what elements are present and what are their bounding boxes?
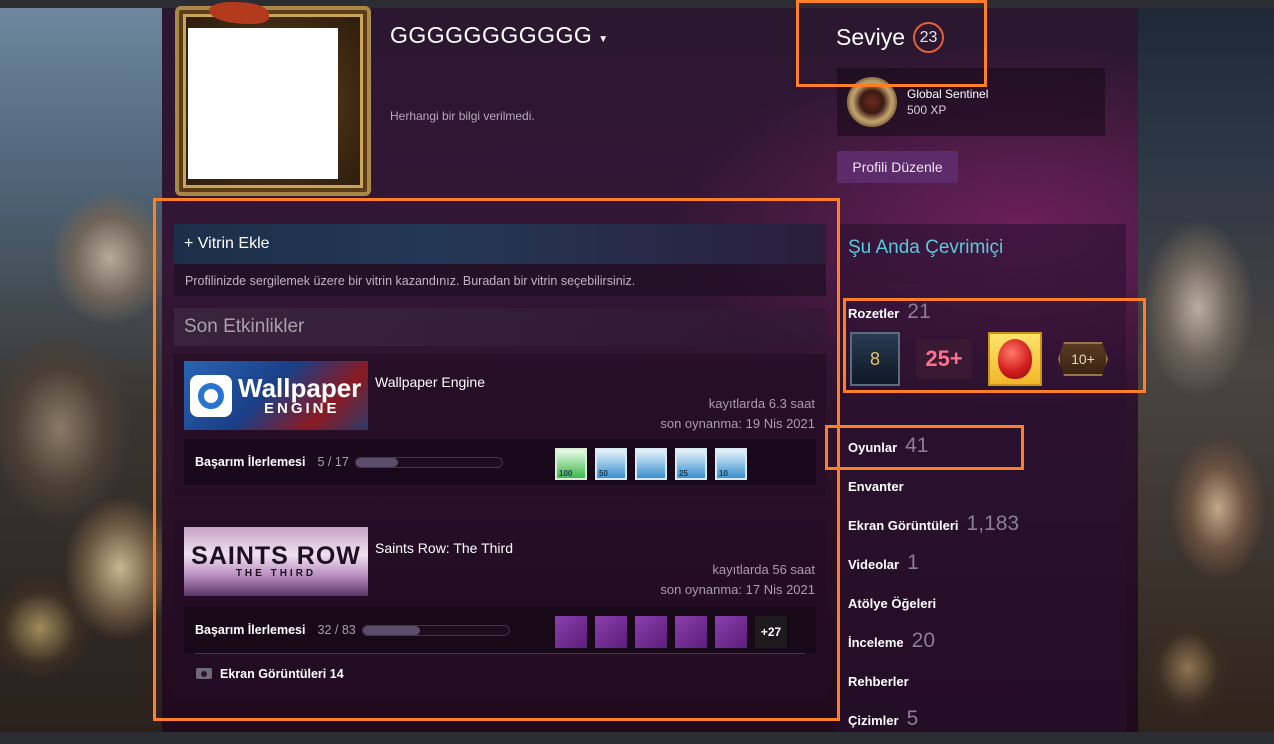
sidebar-item-workshop[interactable]: Atölye Öğeleri: [848, 596, 936, 611]
stat-label: Oyunlar: [848, 440, 898, 455]
level-display[interactable]: Seviye 23: [836, 22, 945, 53]
stat-count: 1: [907, 551, 919, 574]
username-dropdown[interactable]: GGGGGGGGGGG ▼: [390, 22, 609, 49]
stat-label: Envanter: [848, 479, 904, 494]
username: GGGGGGGGGGG: [390, 22, 593, 48]
badge-10-icon[interactable]: 10+: [1058, 342, 1108, 376]
achievement-icon[interactable]: [635, 616, 667, 648]
achievement-progress-bar: [354, 456, 503, 468]
achievement-icon[interactable]: [595, 616, 627, 648]
capsule-title: SAINTS ROW: [191, 542, 361, 570]
stat-label: İnceleme: [848, 635, 904, 650]
achievement-label: Başarım İlerlemesi: [195, 623, 306, 637]
stat-label: Atölye Öğeleri: [848, 596, 937, 611]
badge-list: 8 25+ 10+: [850, 332, 1108, 386]
avatar[interactable]: [188, 28, 338, 179]
stat-label: Rehberler: [848, 674, 909, 689]
game-name[interactable]: Saints Row: The Third: [375, 540, 513, 556]
chevron-down-icon: ▼: [598, 34, 609, 45]
achievement-icon[interactable]: [675, 616, 707, 648]
screenshots-link[interactable]: Ekran Görüntüleri 14: [195, 653, 805, 693]
sidebar-item-games[interactable]: Oyunlar 41: [848, 434, 928, 458]
stat-count: 5: [906, 707, 919, 730]
game-hours: kayıtlarda 6.3 saat: [708, 396, 815, 411]
background-art-left: [0, 8, 162, 732]
achievement-label: Başarım İlerlemesi: [195, 455, 306, 469]
badges-link[interactable]: Rozetler 21: [848, 300, 931, 324]
level-label: Seviye: [836, 24, 906, 50]
game-capsule-wallpaper-engine[interactable]: Wallpaper ENGINE: [184, 361, 368, 430]
badges-count: 21: [907, 300, 931, 323]
level-badge: 23: [913, 22, 945, 53]
capsule-subtitle: THE THIRD: [235, 568, 317, 579]
achievement-progress-fill: [355, 457, 399, 467]
badges-label: Rozetler: [848, 306, 900, 321]
favorite-badge[interactable]: Global Sentinel 500 XP: [837, 68, 1105, 136]
image-green-icon[interactable]: 100: [555, 448, 587, 480]
camera-icon: [196, 668, 212, 679]
sidebar-item-guides[interactable]: Rehberler: [848, 674, 909, 689]
recent-activity-title: Son Etkinlikler: [174, 308, 826, 346]
stat-label: Videolar: [848, 557, 900, 572]
achievement-count: 32 / 83: [317, 623, 356, 637]
sidebar-item-inventory[interactable]: Envanter: [848, 479, 904, 494]
bottom-bar: [0, 732, 1274, 744]
sidebar-item-videos[interactable]: Videolar 1: [848, 551, 919, 575]
online-status: Şu Anda Çevrimiçi: [848, 237, 1004, 258]
image-blue-icon[interactable]: 10: [715, 448, 747, 480]
stat-count: 1,183: [966, 512, 1020, 535]
image-blue-icon[interactable]: 25: [675, 448, 707, 480]
balloon-icon: [998, 339, 1032, 379]
showcase-description: Profilinizde sergilemek üzere bir vitrin…: [185, 274, 636, 288]
game-last-played: son oynanma: 17 Nis 2021: [660, 582, 815, 597]
sidebar-item-reviews[interactable]: İnceleme 20: [848, 629, 935, 653]
badge-25-icon[interactable]: 25+: [916, 339, 972, 379]
edit-profile-button[interactable]: Profili Düzenle: [837, 151, 958, 183]
favorite-badge-name: Global Sentinel: [907, 87, 989, 101]
frame-dragon-ornament: [209, 2, 269, 24]
achievement-icon[interactable]: [555, 616, 587, 648]
capsule-subtitle: ENGINE: [264, 400, 340, 417]
sidebar-item-artwork[interactable]: Çizimler 5: [848, 707, 918, 731]
background-art-right: [1138, 8, 1274, 732]
achievement-count: 5 / 17: [317, 455, 349, 469]
gear-icon: [190, 374, 232, 417]
badge-8-icon[interactable]: 8: [850, 332, 900, 386]
achievement-progress-bar: [361, 624, 510, 636]
balloon-badge-icon[interactable]: [988, 332, 1042, 386]
stat-label: Çizimler: [848, 713, 899, 728]
more-achievements-button[interactable]: +27: [755, 616, 787, 648]
game-hours: kayıtlarda 56 saat: [712, 562, 815, 577]
sidebar-item-screenshots[interactable]: Ekran Görüntüleri 1,183: [848, 512, 1019, 536]
profile-summary: Herhangi bir bilgi verilmedi.: [390, 109, 535, 123]
capsule-title: Wallpaper: [238, 373, 362, 403]
online-status-box: Şu Anda Çevrimiçi: [837, 224, 1126, 284]
achievement-progress-row[interactable]: Başarım İlerlemesi 5 / 17 100 50 25 10: [184, 439, 816, 485]
achievement-icon[interactable]: [715, 616, 747, 648]
achievement-progress-row[interactable]: Başarım İlerlemesi 32 / 83 +27: [184, 607, 816, 653]
achievement-progress-fill: [362, 625, 420, 635]
stat-count: 41: [905, 434, 929, 457]
add-showcase-button[interactable]: + Vitrin Ekle: [174, 224, 826, 264]
game-card-wallpaper-engine: Wallpaper ENGINE Wallpaper Engine kayıtl…: [174, 354, 826, 496]
showcase-box: + Vitrin Ekle Profilinizde sergilemek üz…: [174, 224, 826, 296]
stat-label: Ekran Görüntüleri: [848, 518, 959, 533]
favorite-badge-xp: 500 XP: [907, 103, 947, 117]
game-last-played: son oynanma: 19 Nis 2021: [660, 416, 815, 431]
sentinel-badge-icon: [847, 77, 897, 127]
stat-count: 20: [911, 629, 936, 652]
screenshots-label: Ekran Görüntüleri 14: [220, 666, 344, 681]
game-card-saints-row: SAINTS ROW THE THIRD Saints Row: The Thi…: [174, 520, 826, 698]
game-capsule-saints-row[interactable]: SAINTS ROW THE THIRD: [184, 527, 368, 596]
game-name[interactable]: Wallpaper Engine: [375, 374, 485, 390]
splash-blue-icon[interactable]: [635, 448, 667, 480]
image-blue-icon[interactable]: 50: [595, 448, 627, 480]
